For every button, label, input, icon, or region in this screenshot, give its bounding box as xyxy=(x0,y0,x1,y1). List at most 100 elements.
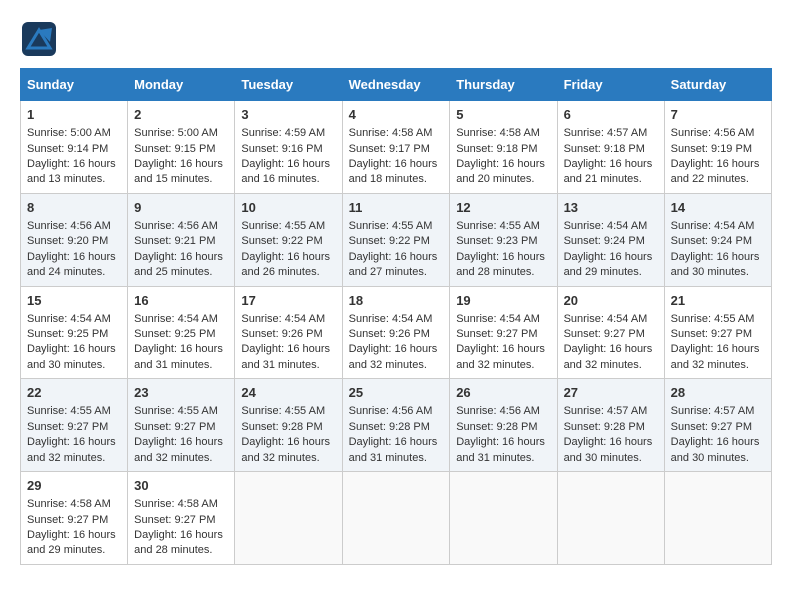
sunrise-text: Sunrise: 4:57 AM xyxy=(671,404,765,419)
sunrise-text: Sunrise: 4:56 AM xyxy=(134,219,228,234)
sunset-text: Sunset: 9:16 PM xyxy=(241,142,335,157)
daylight-text: Daylight: 16 hours and 28 minutes. xyxy=(134,528,228,559)
day-number: 7 xyxy=(671,106,765,124)
day-number: 28 xyxy=(671,384,765,402)
day-number: 20 xyxy=(564,292,658,310)
sunset-text: Sunset: 9:25 PM xyxy=(27,327,121,342)
calendar-cell: 2Sunrise: 5:00 AMSunset: 9:15 PMDaylight… xyxy=(128,101,235,194)
sunrise-text: Sunrise: 4:55 AM xyxy=(27,404,121,419)
day-number: 1 xyxy=(27,106,121,124)
day-number: 15 xyxy=(27,292,121,310)
sunset-text: Sunset: 9:21 PM xyxy=(134,234,228,249)
calendar-cell: 21 Sunrise: 4:55 AMSunset: 9:27 PMDayligh… xyxy=(664,286,771,379)
daylight-text: Daylight: 16 hours and 16 minutes. xyxy=(241,157,335,188)
sunset-text: Sunset: 9:27 PM xyxy=(27,513,121,528)
sunrise-text: Sunrise: 4:58 AM xyxy=(349,126,444,141)
calendar-cell: 3Sunrise: 4:59 AMSunset: 9:16 PMDaylight… xyxy=(235,101,342,194)
daylight-text: Daylight: 16 hours and 29 minutes. xyxy=(27,528,121,559)
sunset-text: Sunset: 9:18 PM xyxy=(456,142,550,157)
sunset-text: Sunset: 9:27 PM xyxy=(134,513,228,528)
sunrise-text: Sunrise: 4:56 AM xyxy=(671,126,765,141)
calendar-cell: 17Sunrise: 4:54 AMSunset: 9:26 PMDayligh… xyxy=(235,286,342,379)
sunrise-text: Sunrise: 5:00 AM xyxy=(134,126,228,141)
daylight-text: Daylight: 16 hours and 32 minutes. xyxy=(671,342,765,373)
sunrise-text: Sunrise: 4:55 AM xyxy=(671,312,765,327)
calendar-week-row: 15Sunrise: 4:54 AMSunset: 9:25 PMDayligh… xyxy=(21,286,772,379)
calendar-cell: 25Sunrise: 4:56 AMSunset: 9:28 PMDayligh… xyxy=(342,379,450,472)
sunrise-text: Sunrise: 4:55 AM xyxy=(241,219,335,234)
sunrise-text: Sunrise: 4:55 AM xyxy=(456,219,550,234)
calendar-week-row: 1Sunrise: 5:00 AMSunset: 9:14 PMDaylight… xyxy=(21,101,772,194)
calendar-cell: 6Sunrise: 4:57 AMSunset: 9:18 PMDaylight… xyxy=(557,101,664,194)
daylight-text: Daylight: 16 hours and 15 minutes. xyxy=(134,157,228,188)
sunrise-text: Sunrise: 4:54 AM xyxy=(564,312,658,327)
calendar-cell: 26Sunrise: 4:56 AMSunset: 9:28 PMDayligh… xyxy=(450,379,557,472)
daylight-text: Daylight: 16 hours and 32 minutes. xyxy=(456,342,550,373)
calendar-cell xyxy=(450,472,557,565)
day-number: 27 xyxy=(564,384,658,402)
day-number: 24 xyxy=(241,384,335,402)
daylight-text: Daylight: 16 hours and 32 minutes. xyxy=(241,435,335,466)
calendar-cell: 10Sunrise: 4:55 AMSunset: 9:22 PMDayligh… xyxy=(235,193,342,286)
calendar-cell: 5 Sunrise: 4:58 AMSunset: 9:18 PMDaylight… xyxy=(450,101,557,194)
sunrise-text: Sunrise: 4:58 AM xyxy=(456,126,550,141)
weekday-header-tuesday: Tuesday xyxy=(235,69,342,101)
calendar-cell: 30Sunrise: 4:58 AMSunset: 9:27 PMDayligh… xyxy=(128,472,235,565)
calendar-cell: 24Sunrise: 4:55 AMSunset: 9:28 PMDayligh… xyxy=(235,379,342,472)
calendar-cell: 27Sunrise: 4:57 AMSunset: 9:28 PMDayligh… xyxy=(557,379,664,472)
sunset-text: Sunset: 9:15 PM xyxy=(134,142,228,157)
sunrise-text: Sunrise: 4:54 AM xyxy=(27,312,121,327)
calendar-cell xyxy=(664,472,771,565)
calendar-week-row: 8Sunrise: 4:56 AMSunset: 9:20 PMDaylight… xyxy=(21,193,772,286)
sunrise-text: Sunrise: 4:56 AM xyxy=(349,404,444,419)
weekday-header-sunday: Sunday xyxy=(21,69,128,101)
calendar-cell: 9Sunrise: 4:56 AMSunset: 9:21 PMDaylight… xyxy=(128,193,235,286)
sunrise-text: Sunrise: 4:57 AM xyxy=(564,404,658,419)
sunrise-text: Sunrise: 4:58 AM xyxy=(134,497,228,512)
sunset-text: Sunset: 9:25 PM xyxy=(134,327,228,342)
weekday-header-wednesday: Wednesday xyxy=(342,69,450,101)
day-number: 6 xyxy=(564,106,658,124)
sunset-text: Sunset: 9:27 PM xyxy=(671,327,765,342)
day-number: 9 xyxy=(134,199,228,217)
daylight-text: Daylight: 16 hours and 20 minutes. xyxy=(456,157,550,188)
calendar-cell xyxy=(235,472,342,565)
sunrise-text: Sunrise: 4:54 AM xyxy=(671,219,765,234)
sunrise-text: Sunrise: 4:59 AM xyxy=(241,126,335,141)
sunrise-text: Sunrise: 4:55 AM xyxy=(241,404,335,419)
sunset-text: Sunset: 9:24 PM xyxy=(564,234,658,249)
sunset-text: Sunset: 9:27 PM xyxy=(134,420,228,435)
daylight-text: Daylight: 16 hours and 31 minutes. xyxy=(134,342,228,373)
day-number: 4 xyxy=(349,106,444,124)
calendar-table: SundayMondayTuesdayWednesdayThursdayFrid… xyxy=(20,68,772,565)
day-number: 5 xyxy=(456,106,550,124)
daylight-text: Daylight: 16 hours and 27 minutes. xyxy=(349,250,444,281)
sunset-text: Sunset: 9:14 PM xyxy=(27,142,121,157)
sunset-text: Sunset: 9:19 PM xyxy=(671,142,765,157)
day-number: 17 xyxy=(241,292,335,310)
calendar-cell: 19Sunrise: 4:54 AMSunset: 9:27 PMDayligh… xyxy=(450,286,557,379)
calendar-cell: 13Sunrise: 4:54 AMSunset: 9:24 PMDayligh… xyxy=(557,193,664,286)
sunrise-text: Sunrise: 4:56 AM xyxy=(456,404,550,419)
weekday-header-saturday: Saturday xyxy=(664,69,771,101)
day-number: 14 xyxy=(671,199,765,217)
day-number: 21 xyxy=(671,292,765,310)
sunset-text: Sunset: 9:23 PM xyxy=(456,234,550,249)
calendar-cell: 4Sunrise: 4:58 AMSunset: 9:17 PMDaylight… xyxy=(342,101,450,194)
sunset-text: Sunset: 9:24 PM xyxy=(671,234,765,249)
sunset-text: Sunset: 9:26 PM xyxy=(349,327,444,342)
sunset-text: Sunset: 9:28 PM xyxy=(349,420,444,435)
calendar-cell: 23Sunrise: 4:55 AMSunset: 9:27 PMDayligh… xyxy=(128,379,235,472)
calendar-cell: 11Sunrise: 4:55 AMSunset: 9:22 PMDayligh… xyxy=(342,193,450,286)
sunrise-text: Sunrise: 4:54 AM xyxy=(349,312,444,327)
daylight-text: Daylight: 16 hours and 32 minutes. xyxy=(27,435,121,466)
calendar-cell xyxy=(342,472,450,565)
day-number: 13 xyxy=(564,199,658,217)
day-number: 26 xyxy=(456,384,550,402)
daylight-text: Daylight: 16 hours and 29 minutes. xyxy=(564,250,658,281)
daylight-text: Daylight: 16 hours and 32 minutes. xyxy=(564,342,658,373)
daylight-text: Daylight: 16 hours and 30 minutes. xyxy=(27,342,121,373)
daylight-text: Daylight: 16 hours and 13 minutes. xyxy=(27,157,121,188)
sunset-text: Sunset: 9:26 PM xyxy=(241,327,335,342)
day-number: 23 xyxy=(134,384,228,402)
